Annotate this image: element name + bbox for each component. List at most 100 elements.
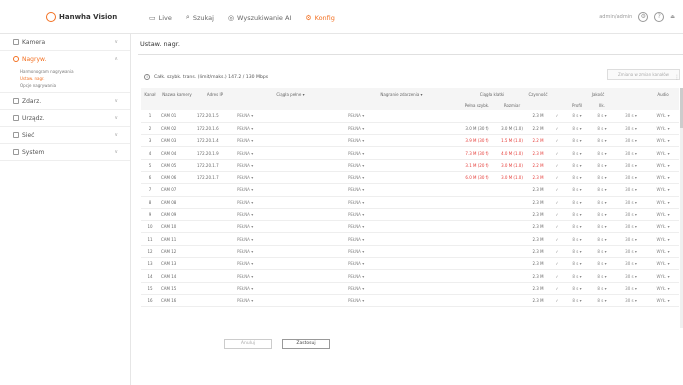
audio-dropdown[interactable]: WYŁ. ▾ bbox=[647, 245, 679, 259]
continuous-dropdown[interactable]: PEŁNA ▾ bbox=[235, 110, 346, 123]
fps-dropdown[interactable]: 8 s ▾ bbox=[589, 134, 616, 148]
event-dropdown[interactable]: PEŁNA ▾ bbox=[346, 159, 457, 172]
sidebar-item-recording[interactable]: Nagryw. ∧ bbox=[0, 51, 130, 68]
header-continuous[interactable]: Ciągła pełne ▾ bbox=[235, 88, 346, 100]
continuous-dropdown[interactable]: PEŁNA ▾ bbox=[235, 146, 346, 160]
fps-dropdown[interactable]: 8 s ▾ bbox=[565, 171, 590, 185]
audio-dropdown[interactable]: WYŁ. ▾ bbox=[647, 257, 679, 271]
cancel-button[interactable]: Anuluj bbox=[224, 339, 272, 349]
ilk-dropdown[interactable]: 30 s ▾ bbox=[615, 208, 648, 222]
continuous-dropdown[interactable]: PEŁNA ▾ bbox=[235, 294, 346, 308]
event-dropdown[interactable]: PEŁNA ▾ bbox=[346, 245, 457, 259]
continuous-dropdown[interactable]: PEŁNA ▾ bbox=[235, 159, 346, 172]
ilk-dropdown[interactable]: 30 s ▾ bbox=[615, 196, 648, 209]
fps-dropdown[interactable]: 8 s ▾ bbox=[565, 282, 590, 295]
sidebar-item-event[interactable]: Zdarz. ∨ bbox=[0, 93, 130, 110]
fps-dropdown[interactable]: 8 s ▾ bbox=[589, 282, 616, 295]
event-dropdown[interactable]: PEŁNA ▾ bbox=[346, 183, 457, 197]
event-dropdown[interactable]: PEŁNA ▾ bbox=[346, 257, 457, 271]
fps-dropdown[interactable]: 8 s ▾ bbox=[589, 269, 616, 283]
fps-dropdown[interactable]: 8 s ▾ bbox=[589, 220, 616, 234]
sidebar-item-device[interactable]: Urządz. ∨ bbox=[0, 110, 130, 127]
ilk-dropdown[interactable]: 30 s ▾ bbox=[615, 294, 648, 308]
fps-dropdown[interactable]: 8 s ▾ bbox=[589, 146, 616, 160]
event-dropdown[interactable]: PEŁNA ▾ bbox=[346, 134, 457, 148]
fps-dropdown[interactable]: 8 s ▾ bbox=[565, 146, 590, 160]
continuous-dropdown[interactable]: PEŁNA ▾ bbox=[235, 282, 346, 295]
ilk-dropdown[interactable]: 30 s ▾ bbox=[615, 110, 648, 123]
nav-config[interactable]: ⚙ Konfig bbox=[305, 13, 335, 22]
submenu-record-options[interactable]: Opcje nagrywania bbox=[20, 82, 130, 89]
ilk-dropdown[interactable]: 30 s ▾ bbox=[615, 146, 648, 160]
fps-dropdown[interactable]: 8 s ▾ bbox=[565, 196, 590, 209]
submenu-record-setup[interactable]: Ustaw. nagr. bbox=[20, 75, 130, 82]
audio-dropdown[interactable]: WYŁ. ▾ bbox=[647, 134, 679, 148]
continuous-dropdown[interactable]: PEŁNA ▾ bbox=[235, 245, 346, 259]
fps-dropdown[interactable]: 8 s ▾ bbox=[589, 171, 616, 185]
event-dropdown[interactable]: PEŁNA ▾ bbox=[346, 110, 457, 123]
continuous-dropdown[interactable]: PEŁNA ▾ bbox=[235, 134, 346, 148]
fps-dropdown[interactable]: 8 s ▾ bbox=[565, 269, 590, 283]
continuous-dropdown[interactable]: PEŁNA ▾ bbox=[235, 269, 346, 283]
audio-dropdown[interactable]: WYŁ. ▾ bbox=[647, 122, 679, 136]
exit-icon[interactable]: ⏏ bbox=[670, 14, 675, 20]
audio-dropdown[interactable]: WYŁ. ▾ bbox=[647, 232, 679, 246]
fps-dropdown[interactable]: 8 s ▾ bbox=[565, 134, 590, 148]
fps-dropdown[interactable]: 8 s ▾ bbox=[589, 196, 616, 209]
apply-button[interactable]: Zastosuj bbox=[282, 339, 330, 349]
ilk-dropdown[interactable]: 30 s ▾ bbox=[615, 220, 648, 234]
continuous-dropdown[interactable]: PEŁNA ▾ bbox=[235, 183, 346, 197]
audio-dropdown[interactable]: WYŁ. ▾ bbox=[647, 159, 679, 172]
fps-dropdown[interactable]: 8 s ▾ bbox=[565, 294, 590, 308]
continuous-dropdown[interactable]: PEŁNA ▾ bbox=[235, 196, 346, 209]
event-dropdown[interactable]: PEŁNA ▾ bbox=[346, 220, 457, 234]
event-dropdown[interactable]: PEŁNA ▾ bbox=[346, 122, 457, 136]
fps-dropdown[interactable]: 8 s ▾ bbox=[565, 110, 590, 123]
fps-dropdown[interactable]: 8 s ▾ bbox=[565, 257, 590, 271]
event-dropdown[interactable]: PEŁNA ▾ bbox=[346, 269, 457, 283]
fps-dropdown[interactable]: 8 s ▾ bbox=[589, 110, 616, 123]
audio-dropdown[interactable]: WYŁ. ▾ bbox=[647, 294, 679, 308]
help-icon[interactable]: ? bbox=[654, 12, 665, 22]
sidebar-item-network[interactable]: Sieć ∨ bbox=[0, 127, 130, 144]
fps-dropdown[interactable]: 8 s ▾ bbox=[565, 220, 590, 234]
fps-dropdown[interactable]: 8 s ▾ bbox=[589, 232, 616, 246]
audio-dropdown[interactable]: WYŁ. ▾ bbox=[647, 208, 679, 222]
audio-dropdown[interactable]: WYŁ. ▾ bbox=[647, 282, 679, 295]
continuous-dropdown[interactable]: PEŁNA ▾ bbox=[235, 122, 346, 136]
fps-dropdown[interactable]: 8 s ▾ bbox=[589, 122, 616, 136]
ilk-dropdown[interactable]: 30 s ▾ bbox=[615, 171, 648, 185]
ilk-dropdown[interactable]: 30 s ▾ bbox=[615, 183, 648, 197]
continuous-dropdown[interactable]: PEŁNA ▾ bbox=[235, 171, 346, 185]
event-dropdown[interactable]: PEŁNA ▾ bbox=[346, 294, 457, 308]
event-dropdown[interactable]: PEŁNA ▾ bbox=[346, 232, 457, 246]
ilk-dropdown[interactable]: 30 s ▾ bbox=[615, 245, 648, 259]
fps-dropdown[interactable]: 8 s ▾ bbox=[589, 257, 616, 271]
brand-logo[interactable]: Hanwha Vision bbox=[46, 12, 117, 22]
audio-dropdown[interactable]: WYŁ. ▾ bbox=[647, 171, 679, 185]
fps-dropdown[interactable]: 8 s ▾ bbox=[589, 208, 616, 222]
event-dropdown[interactable]: PEŁNA ▾ bbox=[346, 282, 457, 295]
nav-search[interactable]: ⌕ Szukaj bbox=[186, 13, 214, 22]
more-icon[interactable]: ⋮ bbox=[674, 74, 680, 81]
fps-dropdown[interactable]: 8 s ▾ bbox=[565, 159, 590, 172]
audio-dropdown[interactable]: WYŁ. ▾ bbox=[647, 183, 679, 197]
settings-icon[interactable]: ⚙ bbox=[638, 12, 649, 22]
continuous-dropdown[interactable]: PEŁNA ▾ bbox=[235, 257, 346, 271]
fps-dropdown[interactable]: 8 s ▾ bbox=[565, 183, 590, 197]
ilk-dropdown[interactable]: 30 s ▾ bbox=[615, 232, 648, 246]
fps-dropdown[interactable]: 8 s ▾ bbox=[565, 245, 590, 259]
audio-dropdown[interactable]: WYŁ. ▾ bbox=[647, 269, 679, 283]
ilk-dropdown[interactable]: 30 s ▾ bbox=[615, 257, 648, 271]
event-dropdown[interactable]: PEŁNA ▾ bbox=[346, 196, 457, 209]
event-dropdown[interactable]: PEŁNA ▾ bbox=[346, 146, 457, 160]
fps-dropdown[interactable]: 8 s ▾ bbox=[589, 159, 616, 172]
fps-dropdown[interactable]: 8 s ▾ bbox=[565, 122, 590, 136]
sidebar-item-system[interactable]: System ∨ bbox=[0, 144, 130, 161]
ilk-dropdown[interactable]: 30 s ▾ bbox=[615, 159, 648, 172]
ilk-dropdown[interactable]: 30 s ▾ bbox=[615, 122, 648, 136]
ilk-dropdown[interactable]: 30 s ▾ bbox=[615, 282, 648, 295]
audio-dropdown[interactable]: WYŁ. ▾ bbox=[647, 146, 679, 160]
audio-dropdown[interactable]: WYŁ. ▾ bbox=[647, 220, 679, 234]
fps-dropdown[interactable]: 8 s ▾ bbox=[589, 294, 616, 308]
